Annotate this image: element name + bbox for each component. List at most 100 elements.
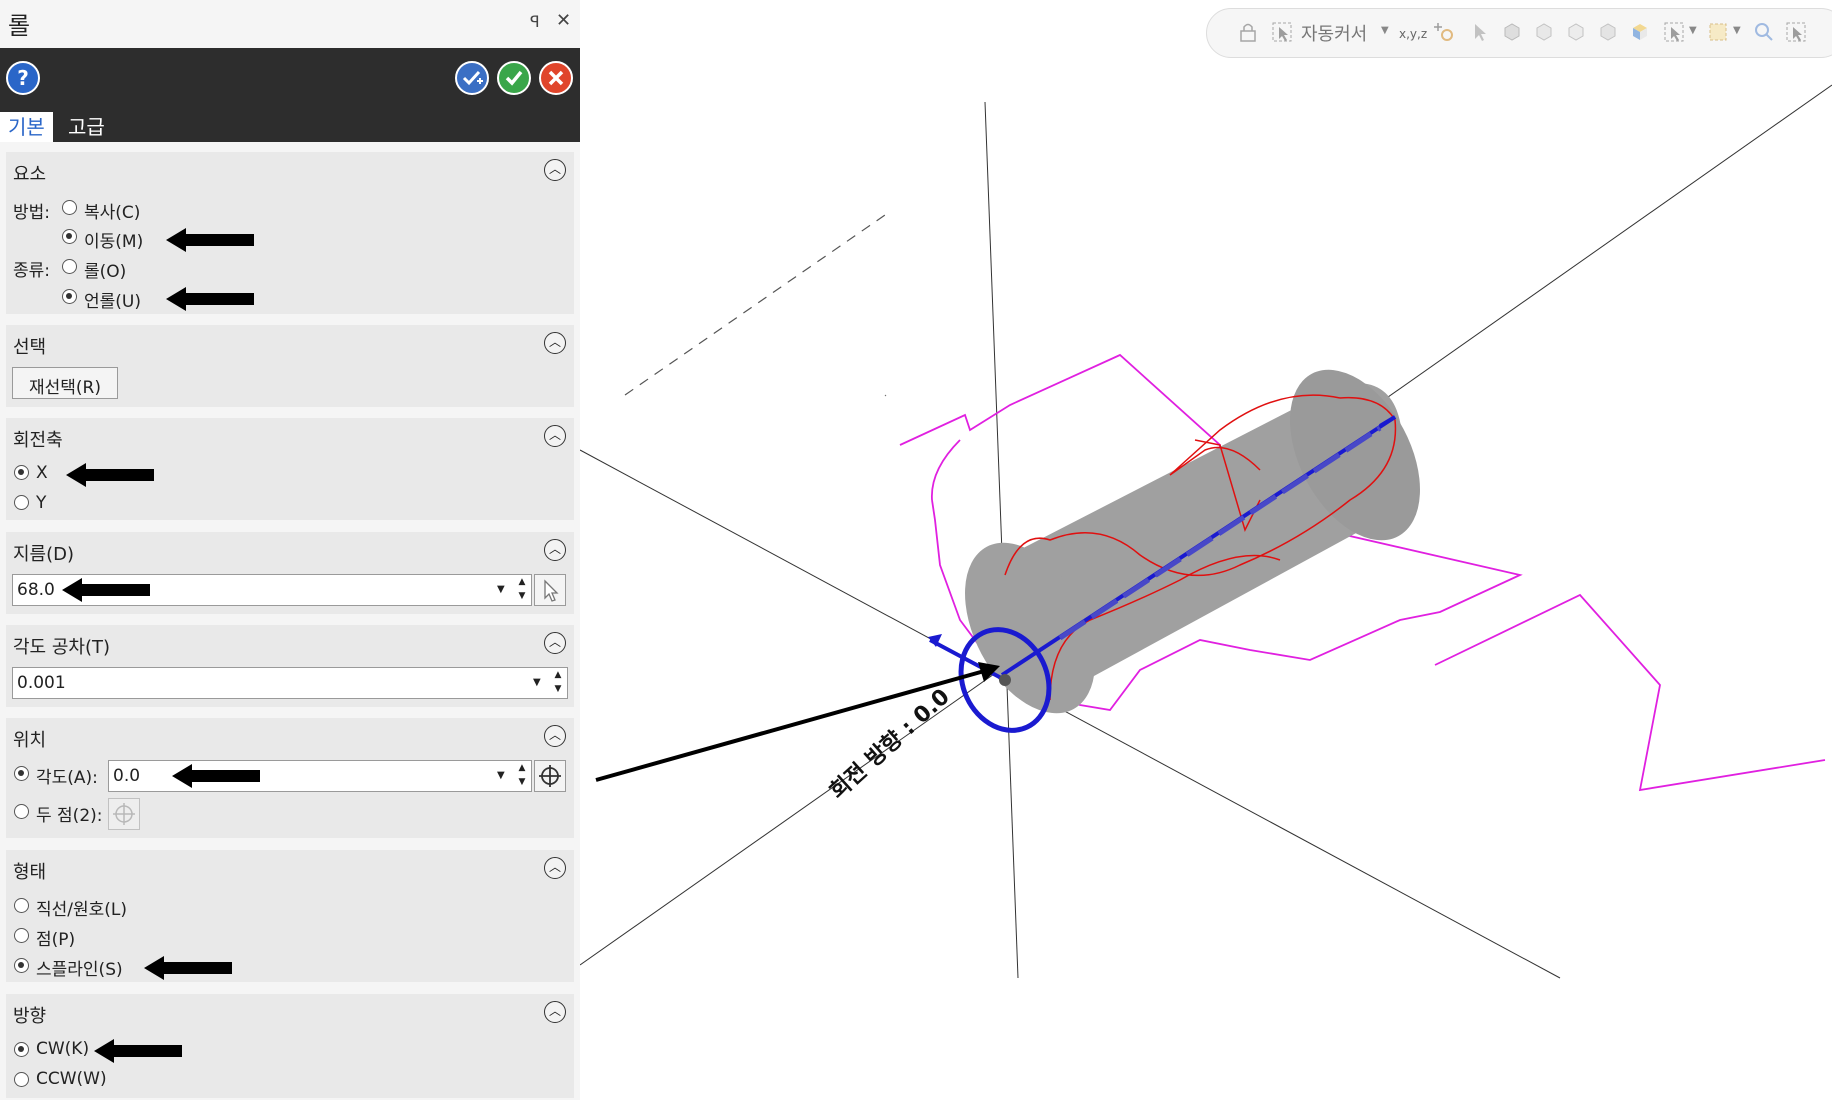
type-label: 종류: <box>13 261 51 281</box>
annotation-arrow <box>166 287 254 311</box>
pointer-icon[interactable] <box>1469 21 1491 43</box>
box-select-icon[interactable] <box>1663 21 1685 43</box>
collapse-icon[interactable]: ︿ <box>544 857 566 879</box>
help-button[interactable]: ? <box>6 61 40 95</box>
vertex-select-icon[interactable] <box>1597 21 1619 43</box>
section-title: 각도 공차(T) <box>13 637 111 658</box>
section-selection: 선택 ︿ 재선택(R) <box>6 325 574 407</box>
panel-title: 롤 <box>8 12 31 40</box>
3d-viewport[interactable]: 회전 방향 : 0.0 <box>579 0 1832 1100</box>
radio-point[interactable] <box>14 928 29 943</box>
section-position: 위치 ︿ 각도(A): 0.0 ▼ ▲ ▼ 두 점(2): <box>6 718 574 838</box>
xyz-icon[interactable]: x,y,z <box>1399 27 1427 41</box>
face-select-icon[interactable] <box>1533 21 1555 43</box>
section-title: 형태 <box>13 862 47 883</box>
tolerance-input[interactable]: 0.001 ▼ ▲ ▼ <box>12 667 568 699</box>
collapse-icon[interactable]: ︿ <box>544 725 566 747</box>
auto-cursor-label[interactable]: 자동커서 <box>1301 20 1367 46</box>
spin-icon[interactable]: ▲ ▼ <box>551 668 565 696</box>
dropdown-icon[interactable]: ▼ <box>1689 25 1697 36</box>
annotation-arrow <box>144 956 232 980</box>
select-more-icon[interactable] <box>1785 21 1807 43</box>
radio-line-arc[interactable] <box>14 898 29 913</box>
collapse-icon[interactable]: ︿ <box>544 332 566 354</box>
collapse-icon[interactable]: ︿ <box>544 1001 566 1023</box>
spin-icon[interactable]: ▲ ▼ <box>515 761 529 789</box>
dropdown-icon[interactable]: ▼ <box>497 770 505 781</box>
radio-unroll[interactable] <box>62 289 77 304</box>
check-icon <box>505 70 523 86</box>
method-label: 방법: <box>13 203 51 223</box>
section-direction: 방향 ︿ CW(K) CCW(W) <box>6 994 574 1098</box>
reselect-label: 재선택(R) <box>29 378 101 398</box>
angle-label: 각도(A): <box>36 768 98 788</box>
cw-label: CW(K) <box>36 1039 90 1059</box>
apply-button[interactable] <box>455 61 489 95</box>
crosshair-icon <box>113 803 135 825</box>
pick-button[interactable] <box>534 574 566 606</box>
axis-x-label: X <box>36 463 48 483</box>
section-title: 위치 <box>13 730 47 751</box>
collapse-icon[interactable]: ︿ <box>544 539 566 561</box>
dropdown-icon[interactable]: ▼ <box>1733 25 1741 36</box>
viewport-canvas[interactable]: 회전 방향 : 0.0 <box>579 0 1832 1100</box>
radio-move[interactable] <box>62 229 77 244</box>
radio-ccw[interactable] <box>14 1072 29 1087</box>
dropdown-icon[interactable]: ▼ <box>533 677 541 688</box>
annotation-arrow <box>66 463 154 487</box>
section-angle-tolerance: 각도 공차(T) ︿ 0.001 ▼ ▲ ▼ <box>6 625 574 707</box>
radio-copy[interactable] <box>62 200 77 215</box>
rotation-direction-label: 회전 방향 : 0.0 <box>825 684 954 804</box>
annotation-arrow <box>62 578 150 602</box>
radio-axis-x[interactable] <box>14 465 29 480</box>
dropdown-icon[interactable]: ▼ <box>1381 25 1389 36</box>
radio-cw[interactable] <box>14 1042 29 1057</box>
angle-pick-button[interactable] <box>534 760 566 792</box>
annotation-arrow <box>172 764 260 788</box>
two-points-pick-button[interactable] <box>108 798 140 830</box>
reselect-button[interactable]: 재선택(R) <box>12 367 118 399</box>
panel-action-bar: ? 기본 고급 <box>0 48 580 142</box>
lock-icon[interactable] <box>1237 21 1259 43</box>
section-title: 요소 <box>13 164 47 185</box>
annotation-arrow <box>166 228 254 252</box>
tab-advanced[interactable]: 고급 <box>60 112 113 142</box>
method-copy-label: 복사(C) <box>84 203 141 223</box>
collapse-icon[interactable]: ︿ <box>544 632 566 654</box>
tab-basic[interactable]: 기본 <box>0 112 53 142</box>
close-icon[interactable]: ✕ <box>556 10 571 31</box>
panel-titlebar: 롤 ꟼ ✕ <box>0 0 580 48</box>
cancel-button[interactable] <box>539 61 573 95</box>
spline-label: 스플라인(S) <box>36 960 123 980</box>
spin-icon[interactable]: ▲ ▼ <box>515 575 529 603</box>
collapse-icon[interactable]: ︿ <box>544 425 566 447</box>
marquee-icon[interactable] <box>1707 21 1729 43</box>
point-add-icon[interactable] <box>1433 21 1455 43</box>
radio-angle[interactable] <box>14 766 29 781</box>
radio-roll[interactable] <box>62 259 77 274</box>
dropdown-icon[interactable]: ▼ <box>497 584 505 595</box>
solid-select-icon[interactable] <box>1501 21 1523 43</box>
radio-spline[interactable] <box>14 958 29 973</box>
radio-axis-y[interactable] <box>14 495 29 510</box>
annotation-pointer-arrow <box>595 666 996 782</box>
vertical-axis-line <box>984 101 1019 979</box>
view-toolbar: 자동커서 ▼ x,y,z ▼ ▼ <box>1206 8 1832 58</box>
cursor-icon <box>544 579 559 602</box>
origin-point[interactable] <box>999 674 1011 686</box>
color-cube-icon[interactable] <box>1629 21 1651 43</box>
collapse-icon[interactable]: ︿ <box>544 159 566 181</box>
ok-button[interactable] <box>497 61 531 95</box>
roll-panel: 롤 ꟼ ✕ ? 기본 고급 요소 ︿ 방법: 복사(C) 이동(M) 종류: 롤… <box>0 0 580 1100</box>
radio-two-points[interactable] <box>14 804 29 819</box>
section-title: 선택 <box>13 337 47 358</box>
section-title: 방향 <box>13 1006 47 1027</box>
angle-value: 0.0 <box>113 766 141 786</box>
edge-select-icon[interactable] <box>1565 21 1587 43</box>
ccw-label: CCW(W) <box>36 1069 107 1089</box>
type-roll-label: 롤(O) <box>84 262 127 282</box>
cursor-select-icon[interactable] <box>1271 21 1293 43</box>
apply-check-plus-icon <box>462 70 483 86</box>
pin-icon[interactable]: ꟼ <box>530 12 540 31</box>
search-filter-icon[interactable] <box>1753 21 1775 43</box>
